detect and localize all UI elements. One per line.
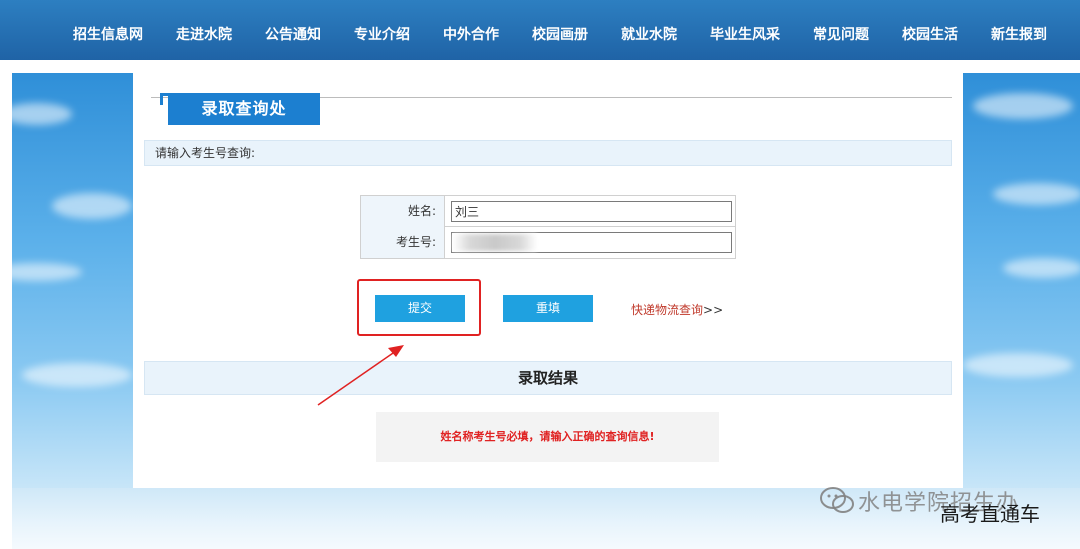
result-error-message: 姓名称考生号必填，请输入正确的查询信息! [376, 412, 719, 462]
express-tracking-arrows: >> [703, 303, 724, 317]
exam-number-row: 考生号: [361, 227, 735, 258]
nav-item-employment[interactable]: 就业水院 [621, 0, 677, 60]
express-tracking-link[interactable]: 快递物流查询>> [631, 301, 723, 318]
name-row: 姓名: [361, 196, 735, 227]
nav-item-faq[interactable]: 常见问题 [813, 0, 869, 60]
nav-item-cooperation[interactable]: 中外合作 [443, 0, 499, 60]
name-input[interactable] [451, 201, 732, 222]
wechat-watermark: 水电学院招生办 高考直通车 [818, 484, 1068, 544]
name-label: 姓名: [361, 196, 445, 227]
section-title: 录取查询处 [168, 93, 320, 125]
watermark-line-2: 高考直通车 [940, 502, 1040, 526]
redacted-exam-number [453, 234, 537, 251]
query-prompt: 请输入考生号查询: [144, 140, 952, 166]
reset-button[interactable]: 重填 [503, 295, 593, 322]
result-title: 录取结果 [144, 361, 952, 395]
top-navigation-bar: 招生信息网 走进水院 公告通知 专业介绍 中外合作 校园画册 就业水院 毕业生风… [0, 0, 1080, 60]
express-tracking-label: 快递物流查询 [631, 303, 704, 317]
sky-background-right [963, 73, 1080, 549]
nav-item-majors[interactable]: 专业介绍 [354, 0, 410, 60]
nav-item-freshman[interactable]: 新生报到 [991, 0, 1047, 60]
submit-highlight-box [357, 279, 481, 336]
sky-background-left [12, 73, 133, 549]
nav-item-notices[interactable]: 公告通知 [265, 0, 321, 60]
nav-item-about[interactable]: 走进水院 [176, 0, 232, 60]
nav-item-admissions[interactable]: 招生信息网 [73, 0, 143, 60]
nav-item-alumni[interactable]: 毕业生风采 [710, 0, 780, 60]
query-form: 姓名: 考生号: [360, 195, 736, 259]
nav-item-campus-life[interactable]: 校园生活 [902, 0, 958, 60]
nav-item-album[interactable]: 校园画册 [532, 0, 588, 60]
wechat-icon [820, 487, 854, 513]
exam-number-label: 考生号: [361, 227, 445, 258]
